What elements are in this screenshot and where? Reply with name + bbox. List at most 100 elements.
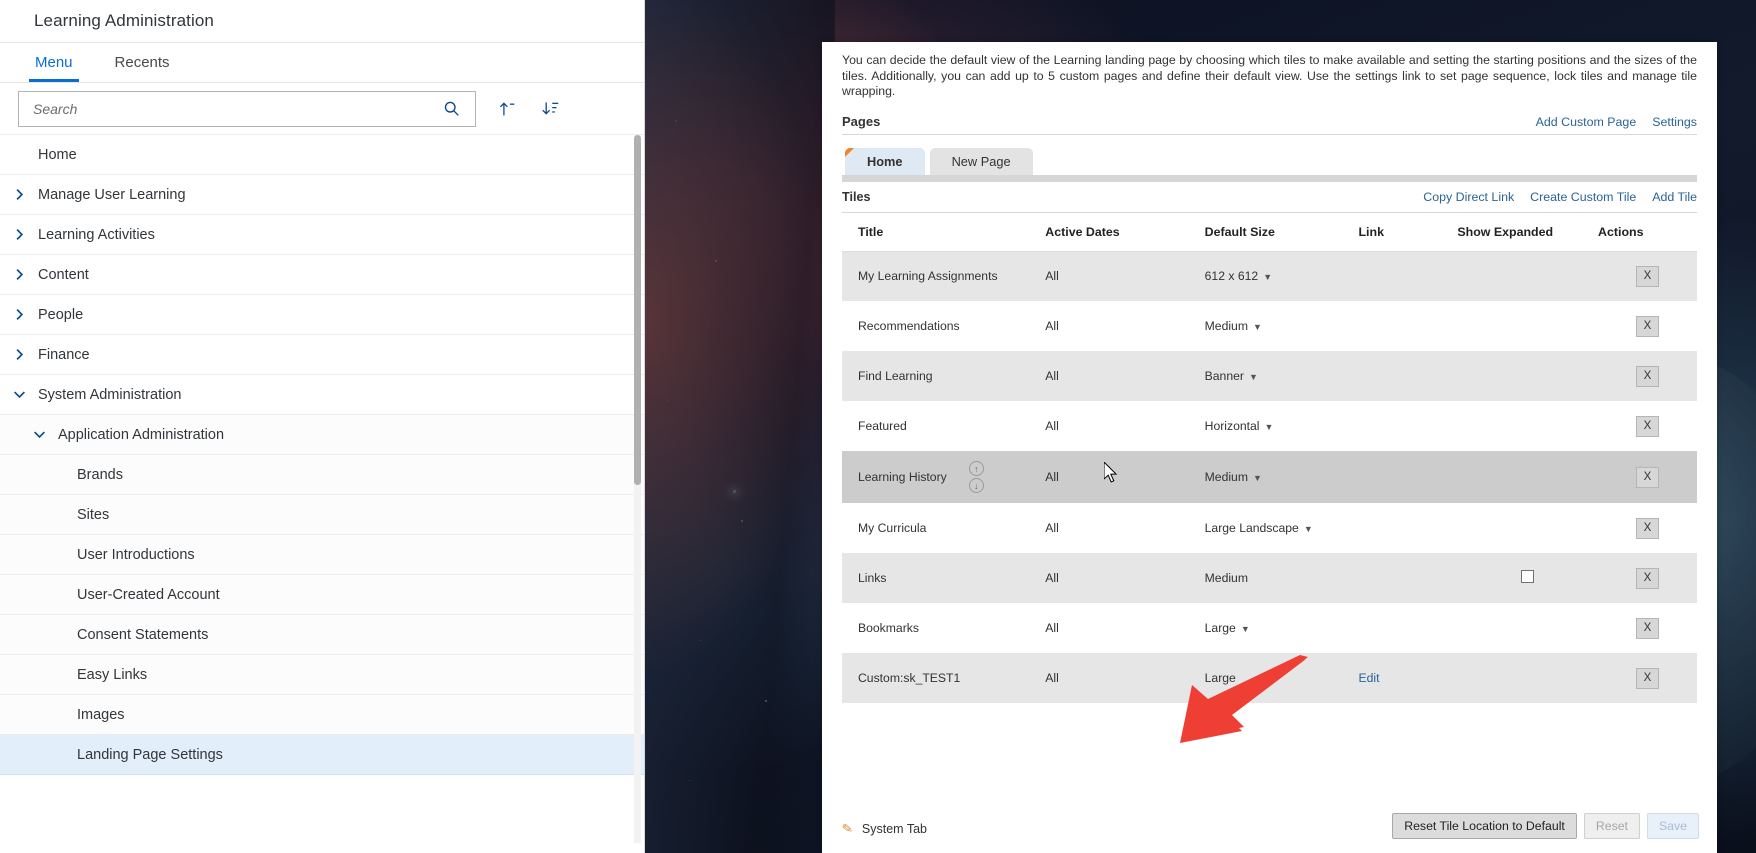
remove-tile-button[interactable]: X <box>1636 617 1660 639</box>
cell-show-expanded <box>1457 451 1599 503</box>
table-row[interactable]: Bookmarks All Large ▼ X <box>842 603 1697 653</box>
save-button[interactable]: Save <box>1646 813 1699 839</box>
page-tab-home[interactable]: Home <box>845 147 925 175</box>
chevron-right-icon[interactable] <box>0 188 38 201</box>
cell-default-size[interactable]: Medium ▼ <box>1204 451 1359 503</box>
remove-tile-button[interactable]: X <box>1636 517 1660 539</box>
cell-active-dates: All <box>1045 653 1205 703</box>
chevron-right-icon[interactable] <box>0 228 38 241</box>
cell-default-size[interactable]: Horizontal ▼ <box>1205 401 1359 451</box>
sidebar-item-label: Content <box>38 266 89 283</box>
system-tab-label: System Tab <box>861 822 927 836</box>
sidebar-item-landing-page-settings[interactable]: Landing Page Settings <box>0 735 644 775</box>
system-tab-footer[interactable]: ✎ System Tab <box>841 820 927 837</box>
cell-link[interactable]: Edit <box>1358 653 1458 703</box>
cell-default-size[interactable]: Large ▼ <box>1205 603 1359 653</box>
cell-default-size[interactable]: Medium ▼ <box>1205 301 1359 351</box>
table-row[interactable]: Find Learning All Banner ▼ X <box>842 351 1697 401</box>
sidebar-item-home[interactable]: Home <box>0 135 644 175</box>
sidebar-item-user-introductions[interactable]: User Introductions <box>0 535 644 575</box>
chevron-down-icon[interactable]: ▼ <box>1253 322 1262 332</box>
sidebar-item-label: People <box>38 306 84 323</box>
remove-tile-button[interactable]: X <box>1636 466 1660 488</box>
copy-direct-link[interactable]: Copy Direct Link <box>1423 190 1514 204</box>
chevron-down-icon[interactable]: ▼ <box>1265 422 1274 432</box>
tile-title-label: My Learning Assignments <box>858 269 998 284</box>
remove-tile-button[interactable]: X <box>1636 265 1660 287</box>
sort-descending-icon[interactable] <box>536 95 564 123</box>
tiles-label: Tiles <box>842 189 871 204</box>
reset-button[interactable]: Reset <box>1583 813 1640 839</box>
show-expanded-checkbox[interactable] <box>1521 570 1535 583</box>
add-custom-page-link[interactable]: Add Custom Page <box>1536 115 1637 129</box>
cell-default-size[interactable]: Large Landscape ▼ <box>1205 503 1359 553</box>
sidebar-item-brands[interactable]: Brands <box>0 455 644 495</box>
collapse-all-icon[interactable] <box>492 95 520 123</box>
sidebar-item-label: User Introductions <box>77 546 195 563</box>
move-down-icon[interactable]: ↓ <box>968 478 984 493</box>
sidebar-item-consent-statements[interactable]: Consent Statements <box>0 615 644 655</box>
add-tile-link[interactable]: Add Tile <box>1652 190 1697 204</box>
cell-actions: X <box>1598 503 1697 553</box>
tab-menu[interactable]: Menu <box>25 43 83 82</box>
search-input[interactable] <box>33 100 437 117</box>
default-size-value: 612 x 612 <box>1204 269 1259 284</box>
cell-default-size: Large <box>1204 653 1359 703</box>
remove-tile-button[interactable]: X <box>1636 365 1660 387</box>
table-row[interactable]: Custom:sk_TEST1 All Large Edit X <box>842 653 1697 703</box>
settings-link[interactable]: Settings <box>1652 115 1697 129</box>
nav-scrollbar-thumb[interactable] <box>634 135 641 485</box>
chevron-right-icon[interactable] <box>0 308 38 321</box>
chevron-down-icon[interactable]: ▼ <box>1263 272 1272 282</box>
table-row[interactable]: Links All Medium X <box>842 553 1697 603</box>
sidebar-item-sites[interactable]: Sites <box>0 495 644 535</box>
create-custom-tile-link[interactable]: Create Custom Tile <box>1530 190 1636 204</box>
sidebar-item-content[interactable]: Content <box>0 255 644 295</box>
sidebar-item-label: Images <box>77 706 125 723</box>
sidebar-item-people[interactable]: People <box>0 295 644 335</box>
tile-title-label: Recommendations <box>858 319 960 333</box>
reset-tile-location-to-default-button[interactable]: Reset Tile Location to Default <box>1392 813 1577 839</box>
sidebar-item-label: Application Administration <box>58 426 225 443</box>
remove-tile-button[interactable]: X <box>1636 415 1660 437</box>
table-row[interactable]: Learning History ↑ ↓ All Medium ▼ X <box>842 451 1697 503</box>
chevron-down-icon[interactable] <box>20 428 58 441</box>
cell-default-size[interactable]: 612 x 612 ▼ <box>1204 251 1359 301</box>
table-row[interactable]: Featured All Horizontal ▼ X <box>842 401 1697 451</box>
edit-link[interactable]: Edit <box>1358 671 1379 685</box>
search-field-wrapper[interactable] <box>18 90 476 127</box>
chevron-down-icon[interactable]: ▼ <box>1249 372 1258 382</box>
page-tab-new-page[interactable]: New Page <box>929 147 1033 175</box>
remove-tile-button[interactable]: X <box>1636 667 1660 689</box>
sidebar-item-learning-activities[interactable]: Learning Activities <box>0 215 644 255</box>
sidebar-item-finance[interactable]: Finance <box>0 335 644 375</box>
chevron-down-icon[interactable]: ▼ <box>1253 473 1262 483</box>
cell-show-expanded <box>1457 301 1598 351</box>
move-up-icon[interactable]: ↑ <box>968 461 984 476</box>
search-icon[interactable] <box>437 95 465 123</box>
cell-actions: X <box>1598 251 1697 301</box>
sidebar-item-manage-user-learning[interactable]: Manage User Learning <box>0 175 644 215</box>
chevron-right-icon[interactable] <box>0 268 38 281</box>
table-row[interactable]: My Curricula All Large Landscape ▼ X <box>842 503 1697 553</box>
cell-show-expanded[interactable] <box>1457 553 1599 603</box>
chevron-down-icon[interactable]: ▼ <box>1304 524 1313 534</box>
remove-tile-button[interactable]: X <box>1636 567 1660 589</box>
cell-show-expanded <box>1457 251 1599 301</box>
active-dates-value: All <box>1045 369 1059 383</box>
table-row[interactable]: Recommendations All Medium ▼ X <box>842 301 1697 351</box>
sidebar-item-application-administration[interactable]: Application Administration <box>0 415 644 455</box>
left-navigation-panel: Learning Administration Menu Recents Sea… <box>0 0 645 853</box>
remove-tile-button[interactable]: X <box>1636 315 1660 337</box>
tab-recents[interactable]: Recents <box>105 43 180 82</box>
chevron-down-icon[interactable] <box>0 388 38 401</box>
sidebar-item-images[interactable]: Images <box>0 695 644 735</box>
cell-default-size[interactable]: Banner ▼ <box>1204 351 1359 401</box>
sidebar-item-label: Brands <box>77 466 123 483</box>
sidebar-item-user-created-account[interactable]: User-Created Account <box>0 575 644 615</box>
sidebar-item-easy-links[interactable]: Easy Links <box>0 655 644 695</box>
sidebar-item-system-administration[interactable]: System Administration <box>0 375 644 415</box>
chevron-right-icon[interactable] <box>0 348 38 361</box>
table-row[interactable]: My Learning Assignments All 612 x 612 ▼ X <box>842 251 1697 301</box>
chevron-down-icon[interactable]: ▼ <box>1241 624 1250 634</box>
